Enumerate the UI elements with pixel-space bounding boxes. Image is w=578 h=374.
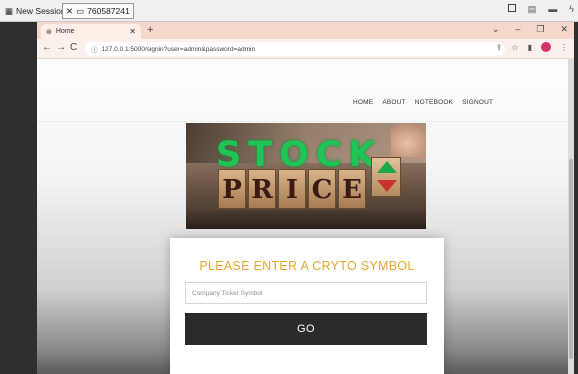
- browser-tab-home[interactable]: ⊛ Home ✕: [41, 24, 141, 39]
- new-session-label: New Session: [16, 6, 66, 16]
- keyboard-icon[interactable]: ▬: [548, 4, 557, 15]
- hero-block: R: [248, 169, 276, 209]
- remote-session-bar: ▦ New Session ✕ ▭ 760587241 ▤ ▬ ϟ: [0, 0, 578, 22]
- browser-window: ⊛ Home ✕ + ⌄ – ❐ ✕ ← → C ⓘ 127.0.0.1:500…: [37, 22, 574, 374]
- page-scrollbar[interactable]: [568, 59, 574, 374]
- back-icon[interactable]: ←: [42, 42, 52, 53]
- bolt-icon[interactable]: ϟ: [569, 4, 574, 15]
- hand-shape: [391, 123, 426, 157]
- monitor-icon: ▭: [76, 5, 85, 16]
- minimize-icon[interactable]: –: [515, 24, 520, 35]
- screen-icon[interactable]: [507, 4, 516, 12]
- tab-strip: ⊛ Home ✕ + ⌄ – ❐ ✕: [37, 22, 574, 39]
- scrollbar-thumb[interactable]: [569, 159, 573, 359]
- forward-icon[interactable]: →: [56, 42, 66, 53]
- hero-block: P: [218, 169, 246, 209]
- url-text: 127.0.0.1:5000/signin?user=admin&passwor…: [101, 45, 256, 53]
- new-tab-button[interactable]: +: [147, 24, 153, 36]
- nav-home[interactable]: HOME: [353, 99, 373, 106]
- close-icon[interactable]: ✕: [66, 6, 73, 17]
- session-tab[interactable]: ✕ ▭ 760587241: [62, 3, 134, 19]
- go-button[interactable]: GO: [185, 313, 427, 345]
- hero-block: C: [308, 169, 336, 209]
- menu-icon[interactable]: ⋮: [560, 43, 568, 52]
- tab-close-icon[interactable]: ✕: [129, 27, 136, 36]
- desktop-margin-right: [574, 22, 578, 374]
- hero-image-stock-price: STOCK P R I C E: [186, 123, 426, 229]
- url-field[interactable]: ⓘ 127.0.0.1:5000/signin?user=admin&passw…: [85, 42, 505, 56]
- nav-signout[interactable]: SIGNOUT: [462, 99, 493, 106]
- ticker-input[interactable]: [185, 282, 427, 304]
- web-page: HOME ABOUT NOTEBOOK SIGNOUT STOCK P R I …: [37, 59, 574, 374]
- tab-title: Home: [55, 28, 75, 35]
- profile-avatar[interactable]: [541, 42, 551, 52]
- reload-icon[interactable]: C: [70, 42, 77, 53]
- info-icon[interactable]: ⓘ: [91, 44, 98, 54]
- top-nav: HOME ABOUT NOTEBOOK SIGNOUT: [353, 99, 493, 106]
- maximize-icon[interactable]: ❐: [536, 24, 544, 35]
- share-icon[interactable]: ⇪: [496, 43, 503, 52]
- arrow-up-icon: [377, 161, 397, 173]
- window-close-icon[interactable]: ✕: [560, 24, 568, 35]
- hero-block: I: [278, 169, 306, 209]
- session-icon: ▦: [5, 5, 14, 16]
- star-icon[interactable]: ☆: [511, 43, 518, 52]
- symbol-form-card: PLEASE ENTER A CRYTO SYMBOL GO: [170, 238, 444, 374]
- form-title: PLEASE ENTER A CRYTO SYMBOL: [199, 259, 415, 273]
- hero-block: E: [338, 169, 366, 209]
- desktop-margin-left: [0, 22, 37, 374]
- new-session-button[interactable]: ▦ New Session: [2, 3, 69, 19]
- up-down-arrows-block: [371, 157, 401, 197]
- nav-notebook[interactable]: NOTEBOOK: [415, 99, 453, 106]
- nav-about[interactable]: ABOUT: [382, 99, 405, 106]
- chevron-down-icon[interactable]: ⌄: [492, 24, 500, 35]
- session-id: 760587241: [87, 6, 130, 16]
- arrow-down-icon: [377, 180, 397, 192]
- address-bar: ← → C ⓘ 127.0.0.1:5000/signin?user=admin…: [37, 39, 574, 59]
- document-icon[interactable]: ▤: [528, 4, 537, 15]
- header-divider: [37, 121, 567, 122]
- sidepanel-icon[interactable]: ▮: [528, 43, 532, 52]
- globe-icon: ⊛: [46, 28, 52, 36]
